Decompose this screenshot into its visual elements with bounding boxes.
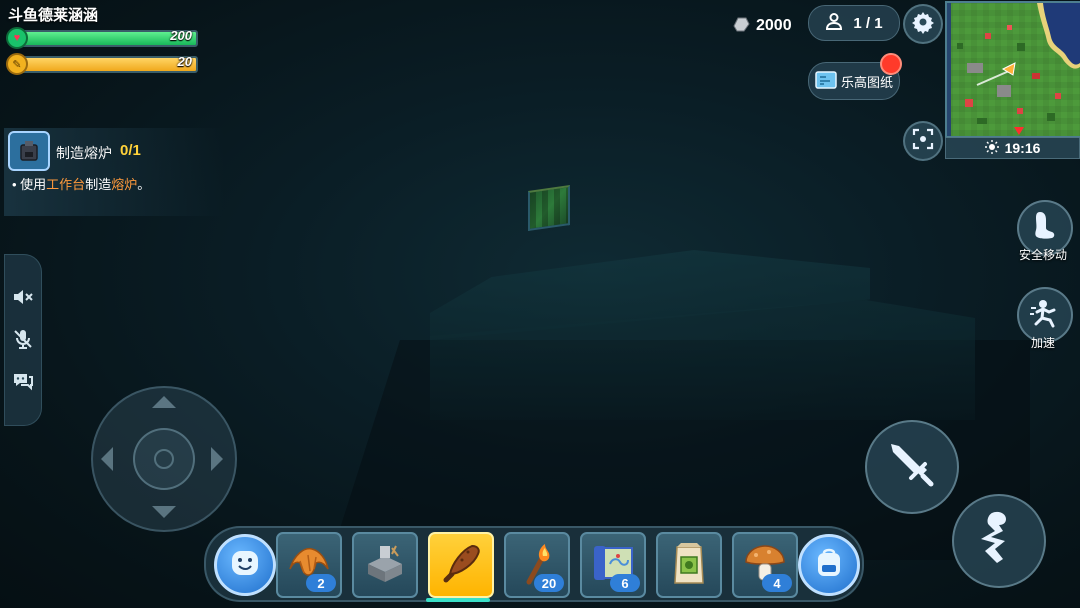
backpack-button[interactable]: [798, 534, 860, 596]
player-count: 1 / 1: [853, 14, 883, 32]
joystick-up-arrow: [152, 396, 176, 408]
player-count-button[interactable]: 1 / 1: [808, 5, 900, 41]
sun-icon: [984, 139, 999, 157]
person-icon: [825, 12, 843, 34]
selected-slot-indicator: [426, 598, 490, 602]
voice-chat-panel: [4, 254, 42, 426]
hotbar-slot-3-selected[interactable]: [428, 532, 494, 598]
hunger-bar-fill: [18, 58, 196, 71]
crafting-table-icon: [362, 540, 408, 591]
sprint-label: 加速: [1030, 336, 1055, 350]
stone-coin-icon: [732, 16, 750, 37]
movement-joystick[interactable]: [91, 386, 237, 532]
health-value: 200: [170, 28, 192, 43]
blueprint-icon: [815, 70, 837, 93]
minimap-marker-icon: [1014, 127, 1024, 135]
hotbar: 2 20 6 4: [204, 526, 864, 602]
wooden-club-icon: [438, 540, 484, 591]
hunger-bar: ✎ 20: [6, 53, 198, 75]
furnace-quest-icon: [8, 131, 50, 171]
hotbar-slot-1[interactable]: 2: [276, 532, 342, 598]
coin-amount: 2000: [756, 17, 792, 34]
grass-block: [528, 185, 570, 231]
focus-frame-icon: [912, 128, 934, 155]
quest-desc-prefix: • 使用: [12, 177, 47, 192]
settings-button[interactable]: [903, 4, 943, 44]
joystick-left-arrow: [101, 447, 113, 471]
seed-bag-icon: [669, 539, 709, 592]
quest-desc-highlight-furnace: 熔炉: [111, 177, 138, 192]
hotbar-slot-6[interactable]: [656, 532, 722, 598]
speaker-mute-icon[interactable]: [9, 283, 37, 311]
game-clock: 19:16: [945, 137, 1080, 159]
chat-icon[interactable]: [9, 367, 37, 395]
quest-progress: 0/1: [120, 142, 141, 159]
player-name: 斗鱼德莱涵涵: [8, 7, 99, 24]
quest-desc-highlight-workbench: 工作台: [46, 177, 86, 192]
joystick-thumb[interactable]: [133, 428, 195, 490]
backpack-icon: [814, 547, 844, 584]
joystick-right-arrow: [211, 447, 223, 471]
gear-icon: [911, 10, 935, 39]
jumping-figure-icon: [976, 509, 1022, 574]
quest-desc-mid: 制造: [85, 177, 112, 192]
slot-count: 6: [610, 574, 640, 592]
quest-panel[interactable]: 制造熔炉 0/1 • 使用工作台制造熔炉。: [4, 128, 224, 216]
minimap-terrain: [947, 3, 1080, 136]
running-man-icon: [1030, 298, 1060, 333]
hunger-icon: ✎: [6, 53, 28, 75]
microphone-off-icon[interactable]: [9, 325, 37, 353]
screenshot-button[interactable]: [903, 121, 943, 161]
hunger-value: 20: [177, 54, 192, 69]
foot-icon: [1031, 210, 1059, 247]
notification-dot: [880, 53, 902, 75]
safe-move-label: 安全移动: [1018, 248, 1067, 262]
heart-icon: ♥: [6, 27, 28, 49]
minimap[interactable]: [945, 1, 1080, 138]
quest-description: • 使用工作台制造熔炉。: [12, 174, 150, 193]
lego-face-icon: [228, 546, 262, 585]
blueprint-label: 乐高图纸: [840, 74, 893, 90]
health-bar: ♥ 200: [6, 27, 198, 49]
lego-blueprint-button[interactable]: 乐高图纸: [808, 53, 902, 100]
quest-title: 制造熔炉: [56, 145, 112, 161]
slot-count: 20: [534, 574, 564, 592]
sword-icon: [885, 438, 939, 497]
quest-desc-suffix: 。: [137, 177, 151, 192]
joystick-down-arrow: [152, 506, 176, 518]
currency-display: 2000: [732, 14, 802, 38]
slot-count: 2: [306, 574, 336, 592]
hotbar-slot-4[interactable]: 20: [504, 532, 570, 598]
attack-button[interactable]: [865, 420, 959, 514]
hotbar-slot-2[interactable]: [352, 532, 418, 598]
hotbar-slot-5[interactable]: 6: [580, 532, 646, 598]
slot-count: 4: [762, 574, 792, 592]
hotbar-slot-7[interactable]: 4: [732, 532, 798, 598]
jump-button[interactable]: [952, 494, 1046, 588]
avatar-button[interactable]: [214, 534, 276, 596]
game-time: 19:16: [1004, 140, 1041, 156]
